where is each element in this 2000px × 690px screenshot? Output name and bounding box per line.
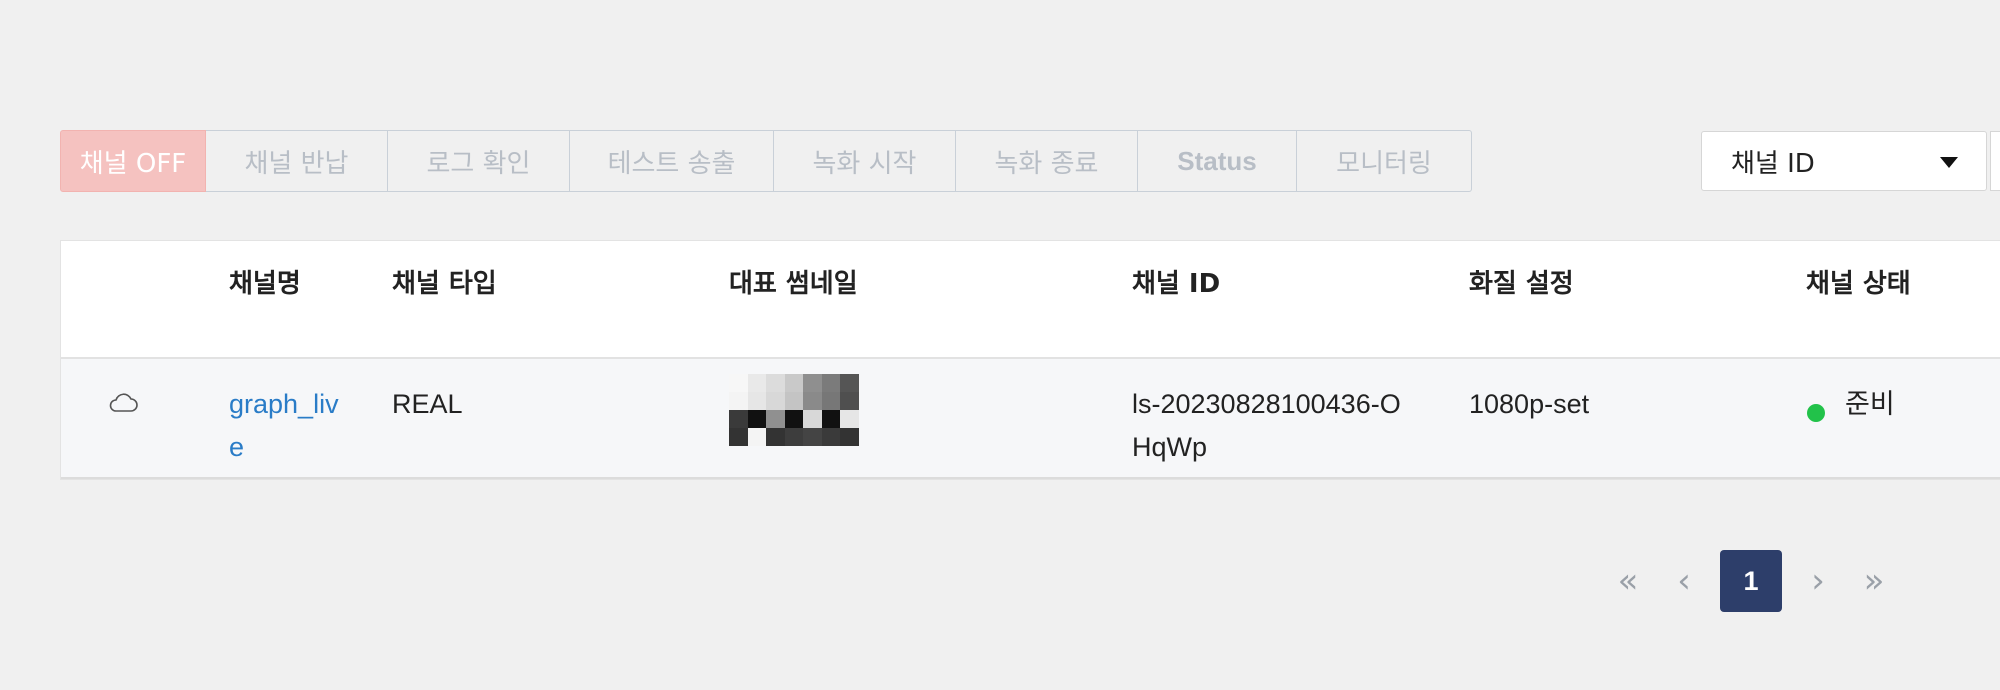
next-page-icon[interactable]: › <box>1790 550 1846 612</box>
quality-setting: 1080p-set <box>1469 389 1590 419</box>
header-channel-type: 채널 타입 <box>392 269 497 299</box>
channel-name-line1: graph_liv <box>229 389 339 419</box>
search-field-select[interactable]: 채널 ID <box>1701 131 1987 191</box>
channel-name-link[interactable]: graph_liv e <box>229 383 339 469</box>
header-channel-name: 채널명 <box>229 269 301 299</box>
channel-name-line2: e <box>229 432 245 462</box>
channel-id-line1: ls-20230828100436-O <box>1132 389 1401 419</box>
table-header: 채널명 채널 타입 대표 썸네일 채널 ID 화질 설정 채널 상태 <box>61 241 2000 359</box>
status-button[interactable]: Status <box>1138 130 1297 192</box>
channel-status: 준비 <box>1845 389 1895 419</box>
monitoring-button[interactable]: 모니터링 <box>1297 130 1472 192</box>
search-input[interactable] <box>1990 131 2000 191</box>
page-number-current[interactable]: 1 <box>1720 550 1782 612</box>
channel-thumbnail <box>729 374 859 446</box>
channel-type: REAL <box>392 389 463 419</box>
header-channel-id: 채널 ID <box>1132 269 1221 299</box>
channel-table: 채널명 채널 타입 대표 썸네일 채널 ID 화질 설정 채널 상태 graph… <box>60 240 2000 480</box>
header-quality: 화질 설정 <box>1469 269 1574 299</box>
table-row[interactable]: graph_liv e REAL ls-20230828100436-O HqW… <box>61 359 2000 479</box>
header-thumbnail: 대표 썸네일 <box>729 269 858 299</box>
channel-off-button[interactable]: 채널 OFF <box>60 130 206 192</box>
channel-id-line2: HqWp <box>1132 432 1208 462</box>
caret-down-icon <box>1940 157 1958 168</box>
start-recording-button[interactable]: 녹화 시작 <box>774 130 956 192</box>
stop-recording-button[interactable]: 녹화 종료 <box>956 130 1138 192</box>
prev-page-icon[interactable]: ‹ <box>1656 550 1712 612</box>
header-channel-status: 채널 상태 <box>1806 269 1911 299</box>
view-log-button[interactable]: 로그 확인 <box>388 130 570 192</box>
channel-id: ls-20230828100436-O HqWp <box>1132 383 1401 469</box>
status-indicator-dot <box>1807 404 1825 422</box>
pagination: « ‹ 1 › » <box>1600 549 1902 613</box>
channel-return-button[interactable]: 채널 반납 <box>206 130 388 192</box>
last-page-icon[interactable]: » <box>1846 550 1902 612</box>
first-page-icon[interactable]: « <box>1600 550 1656 612</box>
search-field-select-value: 채널 ID <box>1731 148 1815 179</box>
channel-action-toolbar: 채널 OFF 채널 반납 로그 확인 테스트 송출 녹화 시작 녹화 종료 St… <box>60 130 1472 192</box>
test-broadcast-button[interactable]: 테스트 송출 <box>570 130 774 192</box>
cloud-icon <box>109 393 138 412</box>
